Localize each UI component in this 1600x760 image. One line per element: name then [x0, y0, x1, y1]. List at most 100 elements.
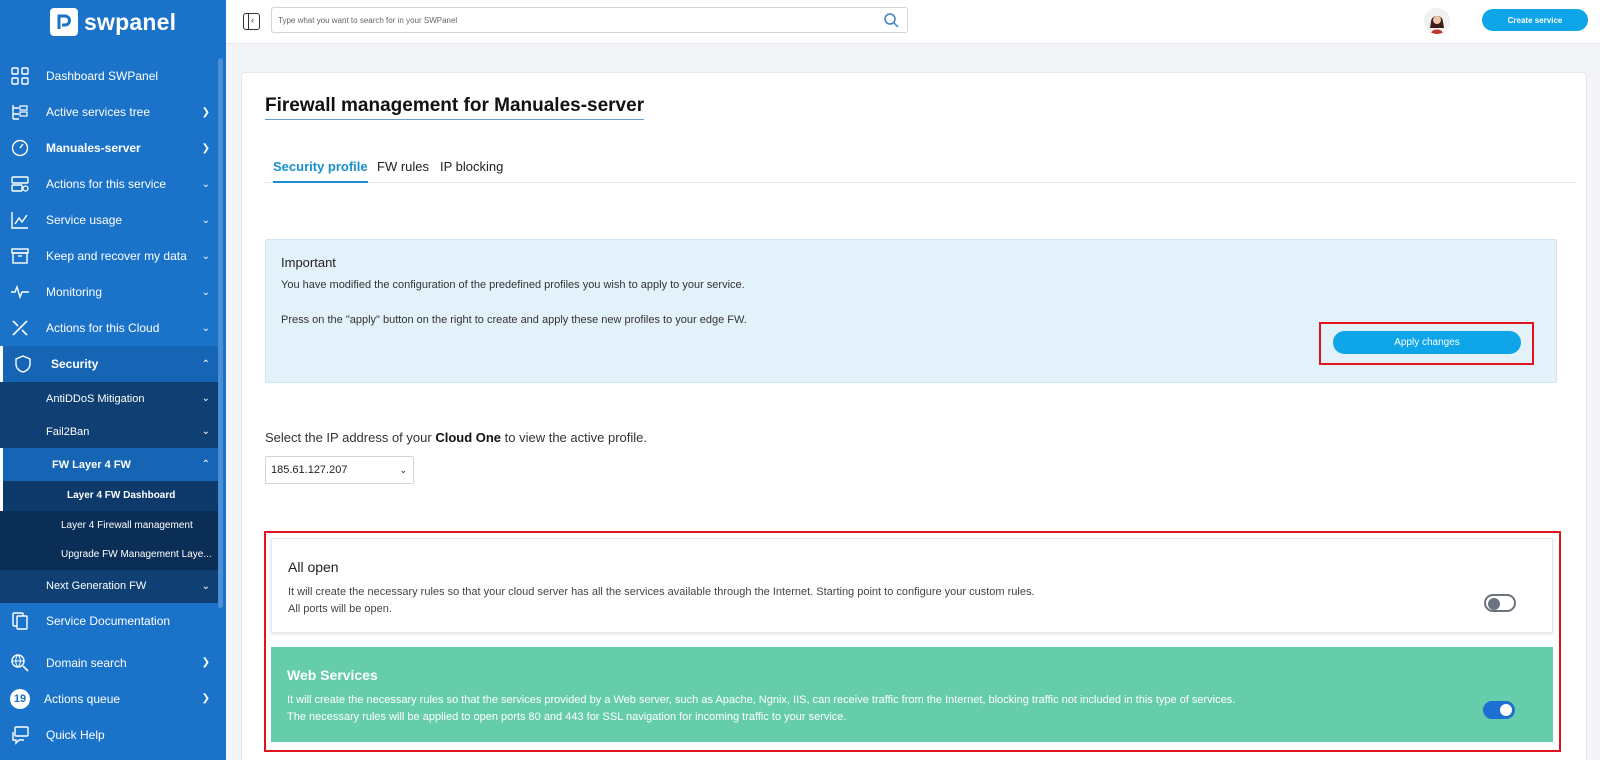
- chevron-down-icon: ⌄: [201, 178, 210, 190]
- sidebar-item-layer4-firewall-management[interactable]: Layer 4 Firewall management: [0, 510, 218, 540]
- label-bold: Cloud One: [435, 430, 502, 445]
- sidebar-item-label: Security: [51, 357, 99, 371]
- sidebar-item-antiddos[interactable]: AntiDDoS Mitigation ⌄: [0, 382, 218, 415]
- profile-toggle-all-open[interactable]: [1484, 594, 1516, 612]
- sidebar-item-actions-cloud[interactable]: Actions for this Cloud ⌄: [0, 310, 218, 346]
- sidebar-item-label: Next Generation FW: [46, 580, 147, 592]
- tab-ip-blocking[interactable]: IP blocking: [440, 159, 503, 174]
- chevron-left-icon: ‹: [251, 15, 254, 25]
- sidebar-item-next-gen-fw[interactable]: Next Generation FW ⌄: [0, 569, 218, 603]
- chevron-down-icon: ⌄: [201, 286, 210, 298]
- search-input[interactable]: [272, 8, 852, 32]
- page-title: Firewall management for Manuales-server: [265, 95, 645, 120]
- sidebar-item-monitoring[interactable]: Monitoring ⌄: [0, 274, 218, 310]
- ip-address-select[interactable]: 185.61.127.207 ⌄: [265, 456, 414, 484]
- alert-title: Important: [281, 255, 336, 270]
- profile-toggle-web-services[interactable]: [1483, 701, 1515, 719]
- ip-select-label: Select the IP address of your Cloud One …: [265, 430, 647, 445]
- avatar[interactable]: [1424, 8, 1450, 34]
- sidebar-item-active-services-tree[interactable]: Active services tree ❯: [0, 94, 218, 130]
- sidebar-item-domain-search[interactable]: Domain search ❯: [0, 645, 218, 681]
- shield-icon: [15, 355, 31, 373]
- sidebar-item-label: Actions for this Cloud: [46, 321, 160, 335]
- label-text: Select the IP address of your: [265, 430, 436, 445]
- search-box: [271, 7, 908, 33]
- chevron-down-icon: ⌄: [201, 426, 210, 437]
- sidebar-item-label: Domain search: [46, 655, 127, 670]
- top-bar: ‹ Create service: [226, 0, 1600, 44]
- sidebar-item-fail2ban[interactable]: Fail2Ban ⌄: [0, 415, 218, 448]
- sidebar-item-label: Actions queue: [44, 691, 121, 706]
- tools-icon: [12, 320, 28, 336]
- chevron-down-icon: ⌄: [201, 322, 210, 334]
- chevron-down-icon: ⌄: [201, 580, 210, 592]
- alert-text: You have modified the configuration of t…: [281, 279, 745, 291]
- apply-changes-button[interactable]: Apply changes: [1333, 331, 1521, 354]
- create-service-button[interactable]: Create service: [1482, 9, 1588, 31]
- profile-description: The necessary rules will be applied to o…: [287, 711, 847, 723]
- sidebar-item-label: Dashboard SWPanel: [46, 69, 159, 83]
- sidebar-item-service-usage[interactable]: Service usage ⌄: [0, 202, 218, 238]
- chevron-up-icon: ⌃: [201, 358, 210, 370]
- sidebar-item-label: AntiDDoS Mitigation: [46, 392, 145, 405]
- alert-text: Press on the "apply" button on the right…: [281, 314, 747, 326]
- profile-description: It will create the necessary rules so th…: [288, 586, 1035, 598]
- sidebar-item-label: Actions for this service: [46, 177, 167, 191]
- archive-icon: [11, 248, 29, 264]
- chevron-down-icon: ⌄: [201, 393, 210, 404]
- sidebar-item-upgrade-fw[interactable]: Upgrade FW Management Laye...: [0, 540, 218, 570]
- sidebar-item-label: Active services tree: [46, 105, 151, 119]
- globe-search-icon: [11, 653, 29, 672]
- sidebar-item-label: Service Documentation: [46, 613, 171, 628]
- sidebar-item-label: Keep and recover my data: [46, 249, 187, 263]
- logo-text: swpanel: [84, 8, 177, 35]
- chevron-down-icon: ⌄: [399, 464, 407, 475]
- sidebar-item-label: FW Layer 4 FW: [52, 458, 131, 471]
- search-icon[interactable]: [883, 12, 899, 28]
- chevron-up-icon: ⌃: [201, 459, 210, 470]
- sidebar-item-dashboard[interactable]: Dashboard SWPanel: [0, 58, 218, 94]
- sidebar-scrollbar[interactable]: [218, 58, 223, 608]
- sidebar-item-actions-service[interactable]: Actions for this service ⌄: [0, 166, 218, 202]
- chevron-right-icon: ❯: [201, 106, 210, 118]
- logo[interactable]: swpanel: [0, 0, 226, 44]
- tree-icon: [12, 105, 28, 120]
- logo-icon: [50, 8, 78, 36]
- sidebar-item-actions-queue[interactable]: 19 Actions queue ❯: [0, 681, 218, 717]
- sidebar-nav: Dashboard SWPanel Active services tree ❯…: [0, 58, 218, 753]
- chevron-down-icon: ⌄: [201, 250, 210, 262]
- sidebar-item-quick-help[interactable]: Quick Help: [0, 717, 218, 753]
- sidebar-item-security[interactable]: Security ⌃: [0, 346, 218, 382]
- grid-icon: [11, 67, 29, 85]
- sidebar-toggle-button[interactable]: ‹: [243, 13, 260, 30]
- sidebar-item-layer4-dashboard[interactable]: Layer 4 FW Dashboard: [0, 481, 218, 511]
- queue-count-badge: 19: [10, 688, 30, 709]
- pulse-icon: [11, 284, 29, 300]
- sidebar-item-label: Service usage: [46, 213, 123, 227]
- profile-card-web-services: Web Services It will create the necessar…: [271, 647, 1553, 742]
- tab-security-profile[interactable]: Security profile: [273, 159, 368, 183]
- chat-help-icon: [12, 725, 29, 745]
- chevron-right-icon: ❯: [201, 657, 210, 668]
- sidebar-item-label: Layer 4 Firewall management: [61, 519, 193, 531]
- sidebar-item-label: Manuales-server: [46, 141, 141, 155]
- sidebar-item-keep-recover[interactable]: Keep and recover my data ⌄: [0, 238, 218, 274]
- chevron-right-icon: ❯: [201, 142, 210, 154]
- profile-description: All ports will be open.: [288, 603, 392, 615]
- label-text: to view the active profile.: [501, 430, 647, 445]
- chevron-down-icon: ⌄: [201, 214, 210, 226]
- chart-icon: [11, 212, 28, 229]
- sidebar-item-fw-layer4[interactable]: FW Layer 4 FW ⌃: [0, 448, 218, 481]
- sidebar-item-label: Fail2Ban: [46, 425, 90, 438]
- tab-fw-rules[interactable]: FW rules: [377, 159, 429, 174]
- profile-title: Web Services: [287, 667, 378, 683]
- sidebar-item-service-documentation[interactable]: Service Documentation: [0, 603, 218, 639]
- profile-description: It will create the necessary rules so th…: [287, 694, 1236, 706]
- main-card: Firewall management for Manuales-server …: [241, 72, 1587, 760]
- server-gear-icon: [11, 176, 29, 192]
- documents-icon: [12, 611, 28, 630]
- sidebar-item-manuales-server[interactable]: Manuales-server ❯: [0, 130, 218, 166]
- highlight-box: All open It will create the necessary ru…: [264, 531, 1561, 752]
- gauge-icon: [11, 139, 29, 157]
- sidebar-item-label: Layer 4 FW Dashboard: [67, 490, 176, 502]
